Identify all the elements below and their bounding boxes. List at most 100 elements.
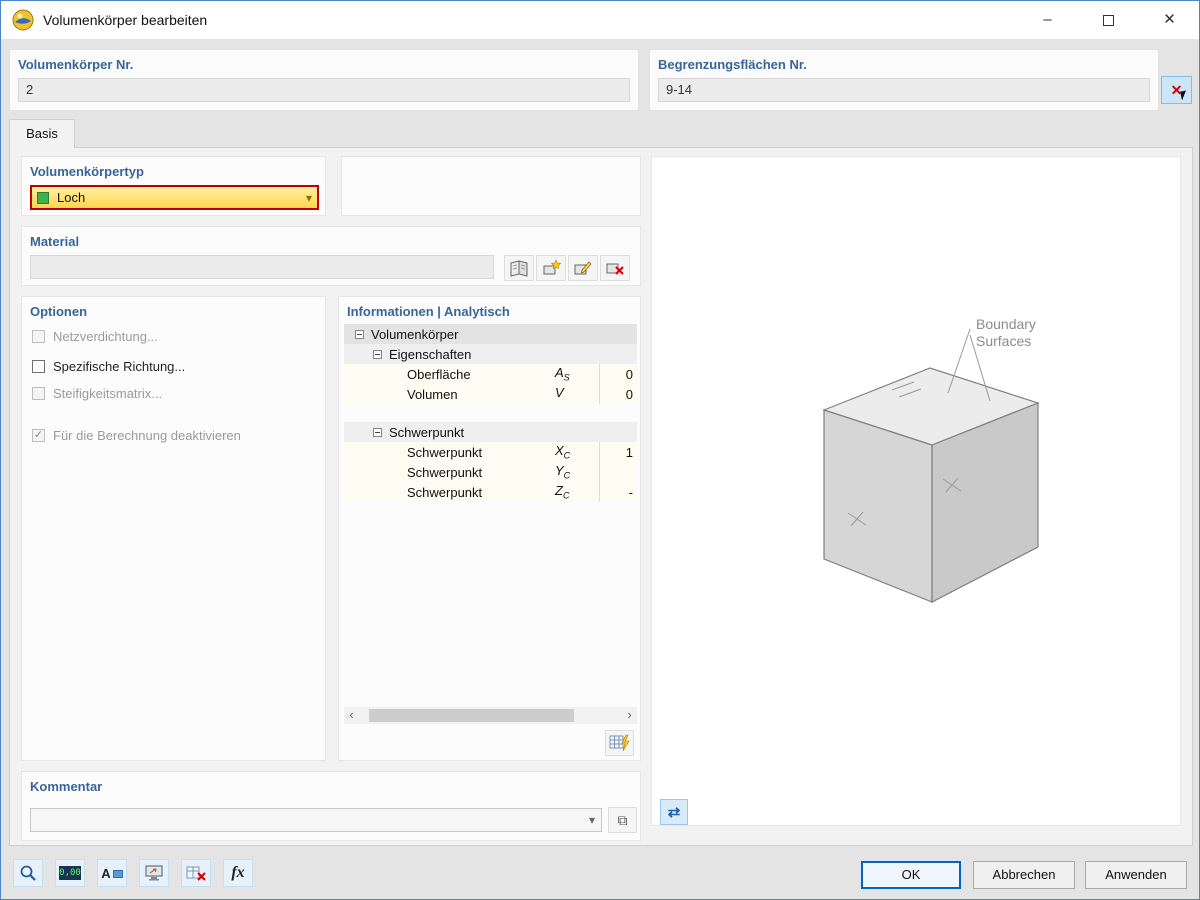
cancel-button[interactable]: Abbrechen: [973, 861, 1075, 889]
solid-number-label: Volumenkörper Nr.: [18, 57, 134, 72]
delete-material-icon: [606, 263, 624, 275]
options-label: Optionen: [30, 304, 88, 319]
annotation-line1: Boundary: [976, 316, 1036, 332]
value: 0: [599, 384, 637, 404]
annotation-line2: Surfaces: [976, 333, 1031, 349]
maximize-icon: [1103, 14, 1114, 26]
checkbox-deactivate-for-calculation[interactable]: ✓ Für die Berechnung deaktivieren: [32, 428, 241, 443]
solid-type-value: Loch: [57, 190, 86, 205]
tree-row-surface-area[interactable]: Oberfläche AS 0: [344, 364, 637, 384]
solid-type-label: Volumenkörpertyp: [30, 164, 144, 179]
checkbox-box: [32, 387, 45, 400]
tree-row-centroid-x[interactable]: Schwerpunkt XC 1: [344, 442, 637, 462]
title-bar: Volumenkörper bearbeiten – ✕: [1, 1, 1199, 39]
boundary-surfaces-label: Begrenzungsflächen Nr.: [658, 57, 807, 72]
fx-icon: fx: [231, 864, 245, 881]
monitor-icon: [145, 865, 163, 881]
tree-row-centroid-y[interactable]: Schwerpunkt YC: [344, 462, 637, 482]
material-library-button[interactable]: [504, 255, 534, 281]
ok-button[interactable]: OK: [861, 861, 961, 889]
function-editor-button[interactable]: fx: [223, 859, 253, 887]
horizontal-scrollbar[interactable]: ‹ ›: [344, 707, 637, 724]
tab-basis[interactable]: Basis: [9, 119, 75, 148]
cursor-arrow-icon: [1180, 90, 1188, 101]
value: 1: [599, 442, 637, 462]
comment-label: Kommentar: [30, 779, 103, 794]
boundary-surfaces-group: Begrenzungsflächen Nr. 9-14: [649, 49, 1159, 111]
material-field[interactable]: [30, 255, 494, 279]
solid-number-field[interactable]: 2: [18, 78, 630, 102]
symbol: YC: [555, 463, 571, 481]
maximize-button[interactable]: [1078, 1, 1139, 39]
options-panel: Optionen Netzverdichtung... Spezifische …: [21, 296, 326, 761]
comment-panel: Kommentar ▾ ⧉: [21, 771, 641, 841]
material-panel: Material: [21, 226, 641, 286]
checkbox-box: [32, 330, 45, 343]
scrollbar-track[interactable]: [359, 707, 622, 724]
app-icon: [12, 9, 34, 31]
viewport-panel[interactable]: Boundary Surfaces ⇄: [651, 156, 1181, 826]
table-delete-icon: [186, 866, 206, 881]
sync-icon: ⇄: [667, 804, 681, 821]
tree-node-solid[interactable]: Volumenkörper: [344, 324, 637, 344]
copy-comment-button[interactable]: ⧉: [608, 807, 637, 833]
solid-number-group: Volumenkörper Nr. 2: [9, 49, 639, 111]
minimize-button[interactable]: –: [1017, 1, 1078, 39]
material-delete-button[interactable]: [600, 255, 630, 281]
display-properties-button[interactable]: A: [97, 859, 127, 887]
scroll-left-icon[interactable]: ‹: [344, 707, 359, 724]
edit-material-icon: [574, 261, 592, 275]
tree-node-centroid[interactable]: Schwerpunkt: [344, 422, 637, 442]
boundary-surfaces-field[interactable]: 9-14: [658, 78, 1150, 102]
tree-node-properties[interactable]: Eigenschaften: [344, 344, 637, 364]
sync-view-button[interactable]: ⇄: [660, 799, 688, 825]
copy-icon: ⧉: [617, 811, 628, 828]
material-new-button[interactable]: [536, 255, 566, 281]
close-button[interactable]: ✕: [1139, 1, 1200, 39]
screen-capture-button[interactable]: [139, 859, 169, 887]
result-table-button[interactable]: [605, 730, 634, 756]
checkbox-stiffness-matrix[interactable]: Steifigkeitsmatrix...: [32, 386, 162, 401]
delete-table-button[interactable]: [181, 859, 211, 887]
solid-type-combobox[interactable]: Loch ▾: [30, 185, 319, 210]
type-detail-panel: [341, 156, 641, 216]
info-tree: Volumenkörper Eigenschaften Oberfläche A…: [344, 324, 637, 502]
collapse-icon[interactable]: [355, 329, 364, 339]
symbol: V: [555, 385, 564, 401]
collapse-icon[interactable]: [373, 349, 382, 359]
tree-row-centroid-z[interactable]: Schwerpunkt ZC -: [344, 482, 637, 502]
pick-surfaces-button[interactable]: ✕: [1161, 76, 1192, 104]
scrollbar-thumb[interactable]: [369, 709, 574, 722]
chevron-down-icon: ▾: [588, 813, 595, 827]
font-settings-icon: A: [101, 866, 123, 881]
search-icon: [20, 865, 36, 881]
collapse-icon[interactable]: [373, 427, 382, 437]
table-lightning-icon: [609, 734, 630, 752]
information-panel: Informationen | Analytisch Volumenkörper…: [338, 296, 641, 761]
symbol: AS: [555, 365, 570, 383]
comment-combobox[interactable]: ▾: [30, 808, 602, 832]
library-book-icon: [510, 260, 528, 277]
scroll-right-icon[interactable]: ›: [622, 707, 637, 724]
value: 0: [599, 364, 637, 384]
apply-button[interactable]: Anwenden: [1085, 861, 1187, 889]
solid-type-panel: Volumenkörpertyp Loch ▾: [21, 156, 326, 216]
type-color-swatch: [37, 191, 49, 204]
solid-preview: Boundary Surfaces: [822, 316, 1040, 603]
value: [599, 462, 637, 482]
value: -: [599, 482, 637, 502]
units-settings-button[interactable]: 0,00: [55, 859, 85, 887]
search-button[interactable]: [13, 859, 43, 887]
window-title: Volumenkörper bearbeiten: [43, 12, 208, 28]
tree-row-volume[interactable]: Volumen V 0: [344, 384, 637, 404]
edit-solid-dialog: { "window": { "title": "Volumenkörper be…: [0, 0, 1200, 900]
new-material-icon: [543, 259, 561, 275]
chevron-down-icon: ▾: [305, 190, 312, 205]
checkbox-mesh-refinement[interactable]: Netzverdichtung...: [32, 329, 158, 344]
material-label: Material: [30, 234, 80, 249]
checkbox-specific-direction[interactable]: Spezifische Richtung...: [32, 359, 185, 374]
material-edit-button[interactable]: [568, 255, 598, 281]
decimal-display-icon: 0,00: [59, 866, 81, 880]
symbol: ZC: [555, 483, 570, 501]
